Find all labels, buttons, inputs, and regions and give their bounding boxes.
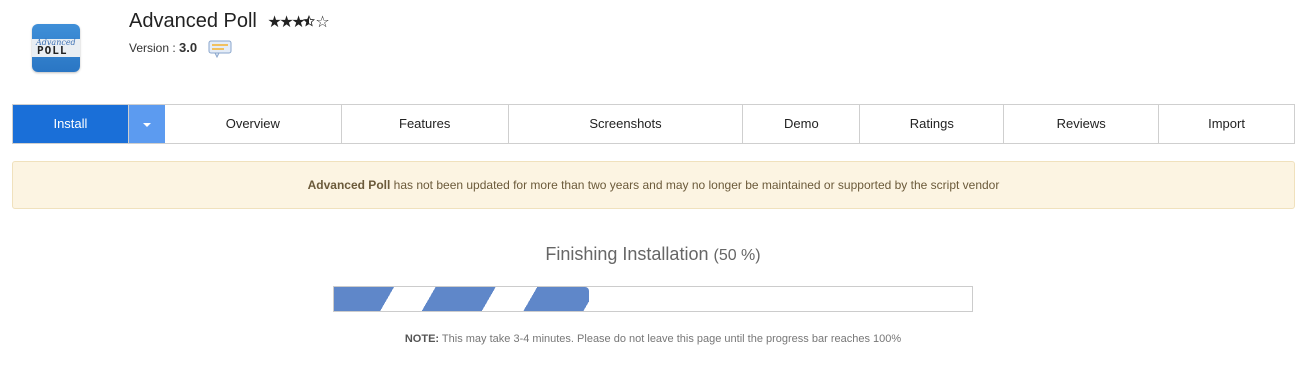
progress-bar-fill	[334, 287, 589, 311]
progress-percent-label: (50 %)	[713, 247, 760, 264]
installer-page: Advanced POLL Advanced Poll ★★★☆ Version…	[0, 0, 1306, 365]
tab-import[interactable]: Import	[1159, 105, 1294, 143]
app-title: Advanced Poll	[129, 10, 257, 32]
install-dropdown-toggle[interactable]	[129, 105, 165, 143]
star-full-icon: ★	[279, 12, 291, 32]
logo-word-text: POLL	[37, 44, 68, 57]
outdated-notice: Advanced Poll has not been updated for m…	[12, 161, 1295, 209]
app-title-row: Advanced Poll ★★★☆	[129, 10, 327, 33]
star-full-icon: ★	[291, 12, 303, 32]
rating-stars: ★★★☆	[267, 12, 327, 32]
star-half-icon	[303, 14, 315, 32]
star-empty-icon: ☆	[315, 12, 327, 32]
tab-demo[interactable]: Demo	[743, 105, 860, 143]
version-row: Version : 3.0	[129, 40, 232, 58]
speech-bubble-icon[interactable]	[208, 40, 232, 58]
notice-app-name: Advanced Poll	[308, 178, 391, 192]
progress-bar	[333, 286, 973, 312]
version-label: Version :	[129, 41, 176, 55]
progress-note-text: This may take 3-4 minutes. Please do not…	[439, 333, 901, 345]
version-value: 3.0	[179, 40, 197, 55]
app-header: Advanced POLL Advanced Poll ★★★☆ Version…	[30, 10, 630, 80]
progress-note: NOTE: This may take 3-4 minutes. Please …	[0, 333, 1306, 345]
notice-message: has not been updated for more than two y…	[390, 178, 999, 192]
app-logo: Advanced POLL	[32, 24, 80, 72]
star-full-icon: ★	[267, 12, 279, 32]
caret-down-icon	[142, 122, 152, 128]
progress-note-label: NOTE:	[405, 333, 439, 345]
tab-screenshots[interactable]: Screenshots	[509, 105, 744, 143]
progress-title-text: Finishing Installation	[545, 244, 708, 264]
progress-title: Finishing Installation (50 %)	[0, 244, 1306, 265]
tab-overview[interactable]: Overview	[165, 105, 342, 143]
tab-features[interactable]: Features	[342, 105, 509, 143]
tab-ratings[interactable]: Ratings	[860, 105, 1004, 143]
tab-bar: Install Overview Features Screenshots De…	[12, 104, 1295, 144]
tab-install[interactable]: Install	[13, 105, 129, 143]
tab-reviews[interactable]: Reviews	[1004, 105, 1159, 143]
